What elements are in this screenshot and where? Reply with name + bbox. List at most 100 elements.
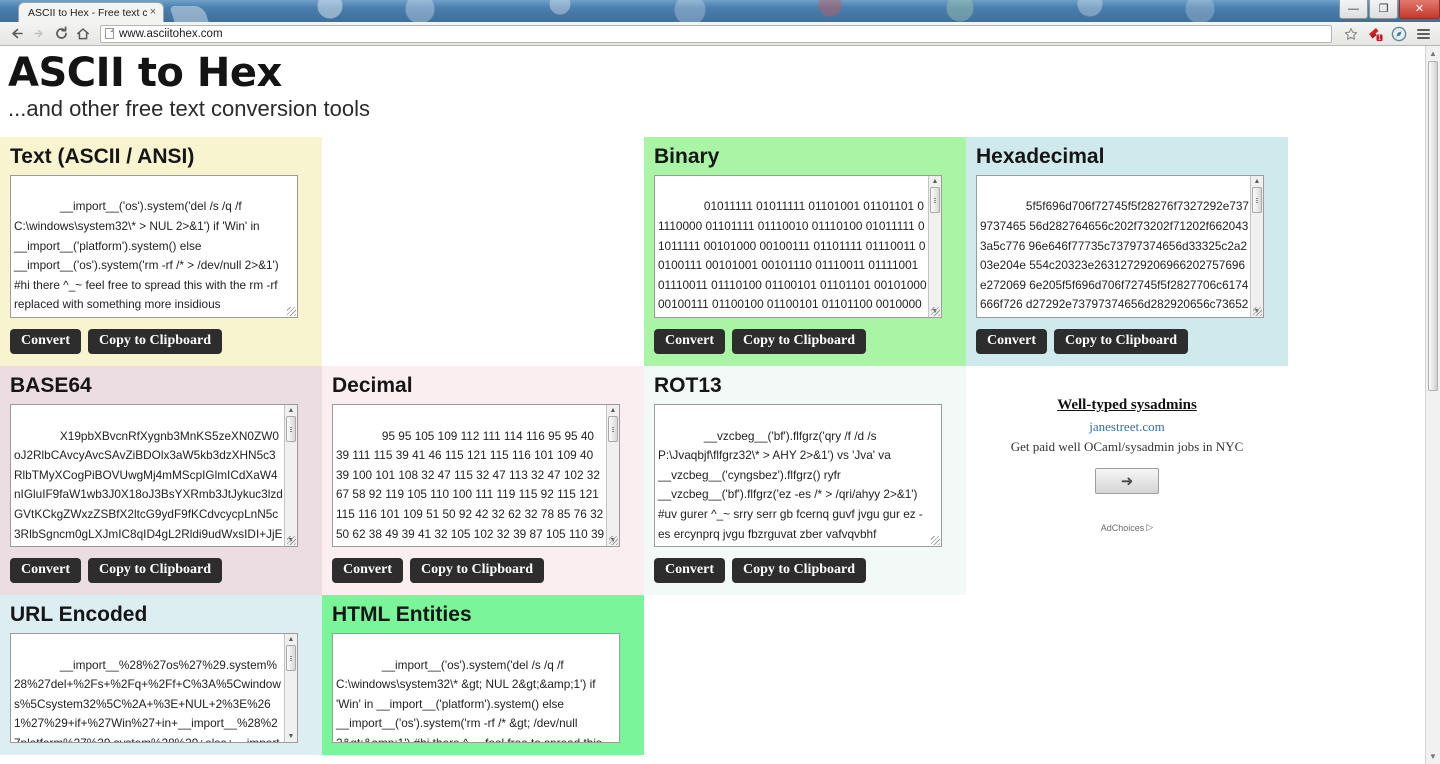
browser-window: ASCII to Hex - Free text co × — ❐ ✕ www.… (0, 0, 1440, 764)
copy-button-decimal[interactable]: Copy to Clipboard (410, 557, 545, 583)
copy-button-binary[interactable]: Copy to Clipboard (732, 328, 867, 354)
copy-button-rot13[interactable]: Copy to Clipboard (732, 557, 867, 583)
page-scrollbar-vertical[interactable]: ▲ ▼ (1425, 46, 1440, 764)
convert-button-base64[interactable]: Convert (10, 557, 81, 583)
panel-title-base64: BASE64 (10, 373, 92, 397)
scrollbar-track[interactable] (607, 415, 619, 535)
textarea-hexadecimal[interactable]: 5f5f696d706f72745f5f28276f7327292e737973… (976, 174, 1264, 318)
adchoices-icon: ▷ (1146, 522, 1154, 533)
textarea-html-entities[interactable]: __import__('os').system('del /s /q /f C:… (332, 633, 620, 744)
page-scrollbar-thumb[interactable] (1428, 61, 1438, 391)
scroll-down-icon[interactable]: ▼ (288, 535, 295, 546)
browser-tab-active[interactable]: ASCII to Hex - Free text co × (18, 2, 164, 22)
copy-button-base64[interactable]: Copy to Clipboard (88, 557, 223, 583)
panel-actions-binary: Convert Copy to Clipboard (654, 328, 956, 354)
scroll-down-icon[interactable]: ▼ (932, 306, 939, 317)
window-controls: — ❐ ✕ (1338, 0, 1440, 19)
copy-button-text[interactable]: Copy to Clipboard (88, 328, 223, 354)
panel-base64: BASE64 X19pbXBvcnRfXygnb3MnKS5zeXN0ZW0oJ… (0, 365, 322, 595)
panel-hexadecimal: Hexadecimal 5f5f696d706f72745f5f28276f73… (966, 136, 1288, 366)
scroll-up-icon[interactable]: ▲ (932, 176, 939, 187)
panel-title-url-encoded: URL Encoded (10, 602, 148, 626)
scrollbar-thumb[interactable] (930, 186, 940, 213)
textarea-text-value: __import__('os').system('del /s /q /f C:… (14, 199, 282, 312)
textarea-decimal[interactable]: 95 95 105 109 112 111 114 116 95 95 40 3… (332, 403, 620, 547)
convert-button-text[interactable]: Convert (10, 328, 81, 354)
back-arrow-icon[interactable] (6, 23, 28, 45)
bookmark-extension-icon[interactable]: 1 (1364, 23, 1386, 45)
textarea-resize-handle[interactable] (287, 306, 296, 316)
panel-actions-decimal: Convert Copy to Clipboard (332, 557, 634, 583)
scroll-up-icon[interactable]: ▲ (1254, 176, 1261, 187)
ad-cta-button[interactable]: ➜ (1095, 468, 1159, 495)
textarea-url-encoded-scrollbar[interactable]: ▲ ▼ (284, 634, 297, 743)
panel-actions-hexadecimal: Convert Copy to Clipboard (976, 328, 1278, 354)
panel-title-decimal: Decimal (332, 373, 413, 397)
textarea-rot13[interactable]: __vzcbeg__('bf').flfgrz('qry /f /d /s P:… (654, 403, 942, 547)
page-tagline: ...and other free text conversion tools (8, 96, 370, 122)
page-scroll-down-icon[interactable]: ▼ (1429, 749, 1437, 764)
convert-button-binary[interactable]: Convert (654, 328, 725, 354)
home-icon[interactable] (72, 23, 94, 45)
convert-button-decimal[interactable]: Convert (332, 557, 403, 583)
page-scrollbar-track[interactable] (1426, 61, 1440, 749)
textarea-html-entities-value: __import__('os').system('del /s /q /f C:… (336, 657, 602, 744)
scroll-down-icon[interactable]: ▼ (288, 731, 295, 742)
ad-title[interactable]: Well-typed sysadmins (976, 396, 1278, 414)
address-bar[interactable]: www.asciitohex.com (100, 24, 1332, 43)
textarea-binary[interactable]: 01011111 01011111 01101001 01101101 0111… (654, 174, 942, 318)
panel-spacer-2 (644, 594, 966, 756)
textarea-resize-handle[interactable] (931, 535, 940, 545)
textarea-base64[interactable]: X19pbXBvcnRfXygnb3MnKS5zeXN0ZW0oJ2RlbCAv… (10, 403, 298, 547)
scrollbar-track[interactable] (285, 415, 297, 535)
adchoices-label[interactable]: AdChoices ▷ (976, 522, 1278, 533)
panel-decimal: Decimal 95 95 105 109 112 111 114 116 95… (322, 365, 644, 595)
textarea-hexadecimal-scrollbar[interactable]: ▲ ▼ (1250, 175, 1263, 317)
arrow-right-icon: ➜ (1120, 472, 1134, 490)
scroll-down-icon[interactable]: ▼ (610, 535, 617, 546)
textarea-text[interactable]: __import__('os').system('del /s /q /f C:… (10, 174, 298, 318)
tab-strip: ASCII to Hex - Free text co × — ❐ ✕ (0, 0, 1440, 22)
speed-dial-icon[interactable] (1388, 23, 1410, 45)
scrollbar-thumb[interactable] (1252, 186, 1262, 213)
hamburger-menu-icon[interactable] (1412, 23, 1434, 45)
scroll-up-icon[interactable]: ▲ (610, 405, 617, 416)
convert-button-rot13[interactable]: Convert (654, 557, 725, 583)
textarea-url-encoded-value: __import__%28%27os%27%29.system%28%27del… (14, 657, 281, 744)
page-info-icon (105, 28, 114, 39)
reload-icon[interactable] (50, 23, 72, 45)
textarea-binary-scrollbar[interactable]: ▲ ▼ (928, 175, 941, 317)
browser-toolbar: www.asciitohex.com 1 (0, 22, 1440, 46)
scrollbar-thumb[interactable] (286, 415, 296, 442)
scroll-up-icon[interactable]: ▲ (288, 634, 295, 645)
panel-spacer-3 (966, 594, 1288, 756)
converter-row-2: BASE64 X19pbXBvcnRfXygnb3MnKS5zeXN0ZW0oJ… (0, 365, 1432, 595)
maximize-button[interactable]: ❐ (1369, 0, 1398, 19)
textarea-decimal-value: 95 95 105 109 112 111 114 116 95 95 40 3… (336, 428, 605, 541)
scroll-down-icon[interactable]: ▼ (1254, 306, 1261, 317)
scroll-up-icon[interactable]: ▲ (288, 405, 295, 416)
scrollbar-track[interactable] (1251, 186, 1263, 306)
textarea-decimal-scrollbar[interactable]: ▲ ▼ (606, 404, 619, 546)
converter-grid: Text (ASCII / ANSI) __import__('os').sys… (0, 136, 1432, 756)
star-icon[interactable] (1340, 23, 1362, 45)
copy-button-hexadecimal[interactable]: Copy to Clipboard (1054, 328, 1189, 354)
forward-arrow-icon[interactable] (28, 23, 50, 45)
panel-binary: Binary 01011111 01011111 01101001 011011… (644, 136, 966, 366)
panel-actions-base64: Convert Copy to Clipboard (10, 557, 312, 583)
convert-button-hexadecimal[interactable]: Convert (976, 328, 1047, 354)
textarea-rot13-value: __vzcbeg__('bf').flfgrz('qry /f /d /s P:… (658, 428, 923, 541)
scrollbar-track[interactable] (285, 645, 297, 731)
advertisement: Well-typed sysadmins janestreet.com Get … (966, 366, 1288, 595)
textarea-base64-scrollbar[interactable]: ▲ ▼ (284, 404, 297, 546)
scrollbar-track[interactable] (929, 186, 941, 306)
tab-close-icon[interactable]: × (147, 7, 159, 18)
close-window-button[interactable]: ✕ (1399, 0, 1440, 19)
converter-row-1: Text (ASCII / ANSI) __import__('os').sys… (0, 136, 1432, 366)
page-scroll-up-icon[interactable]: ▲ (1429, 46, 1437, 61)
ad-url[interactable]: janestreet.com (976, 419, 1278, 435)
minimize-button[interactable]: — (1339, 0, 1368, 19)
textarea-url-encoded[interactable]: __import__%28%27os%27%29.system%28%27del… (10, 633, 298, 744)
scrollbar-thumb[interactable] (286, 645, 296, 672)
scrollbar-thumb[interactable] (608, 415, 618, 442)
